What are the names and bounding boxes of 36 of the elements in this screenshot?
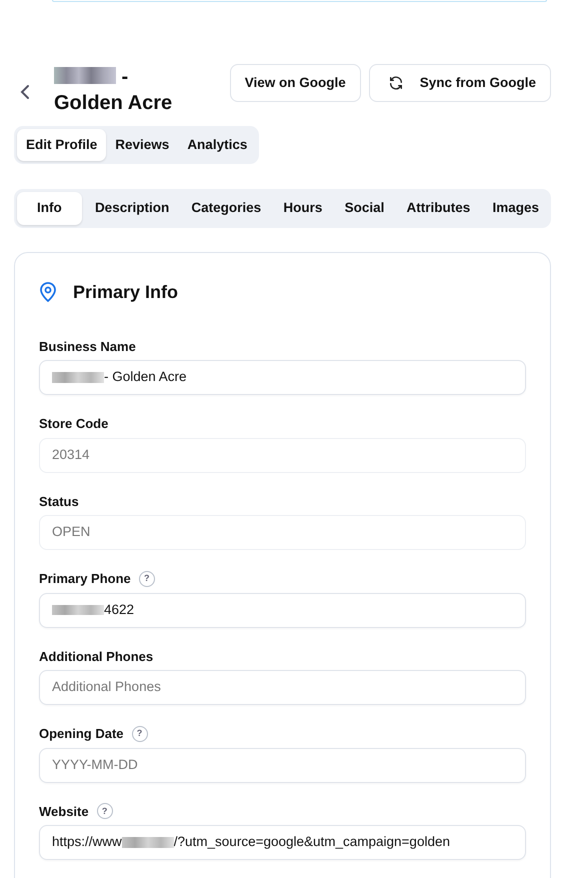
sync-icon <box>388 75 404 92</box>
tab[interactable]: Images <box>483 192 548 224</box>
help-icon[interactable]: ? <box>96 803 113 820</box>
input-field[interactable]: Additional Phones <box>39 670 526 705</box>
redaction-mark <box>54 67 116 84</box>
input-field[interactable]: 4622 <box>39 592 526 628</box>
back-icon[interactable] <box>20 84 30 100</box>
field-label: Opening Date <box>39 725 124 743</box>
field-label: Primary Phone <box>39 570 131 588</box>
redaction-mark <box>122 837 174 848</box>
redaction-mark <box>52 604 104 616</box>
tab[interactable]: Analytics <box>178 129 256 162</box>
field-label: Website <box>39 802 89 820</box>
help-icon[interactable]: ? <box>138 570 155 587</box>
input-field[interactable]: - Golden Acre <box>39 360 526 395</box>
tab[interactable]: Categories <box>182 192 270 224</box>
sync-button[interactable]: Sync from Google <box>368 64 551 102</box>
section-title: Primary Info <box>73 280 178 304</box>
tab[interactable]: Info <box>17 192 82 224</box>
tab[interactable]: Description <box>86 192 178 224</box>
field-label: Business Name <box>39 338 136 356</box>
help-icon[interactable]: ? <box>132 726 148 742</box>
view-button[interactable]: View on Google <box>230 64 361 102</box>
field-label: Status <box>39 492 79 510</box>
tab[interactable]: Edit Profile <box>17 129 106 162</box>
tab[interactable]: Hours <box>274 192 332 224</box>
tab[interactable]: Social <box>336 192 394 224</box>
input-field[interactable]: YYYY-MM-DD <box>39 748 526 782</box>
input-field[interactable]: https://www /?utm_source=google&utm_campaign=golden <box>39 825 526 860</box>
location-pin-icon <box>39 282 57 302</box>
page-title: - Golden Acre <box>53 65 172 116</box>
field-label: Store Code <box>39 415 108 433</box>
tab[interactable]: Reviews <box>106 129 178 162</box>
redaction-mark <box>52 372 104 383</box>
tab[interactable]: Attributes <box>398 192 480 224</box>
field-label: Additional Phones <box>39 648 154 666</box>
